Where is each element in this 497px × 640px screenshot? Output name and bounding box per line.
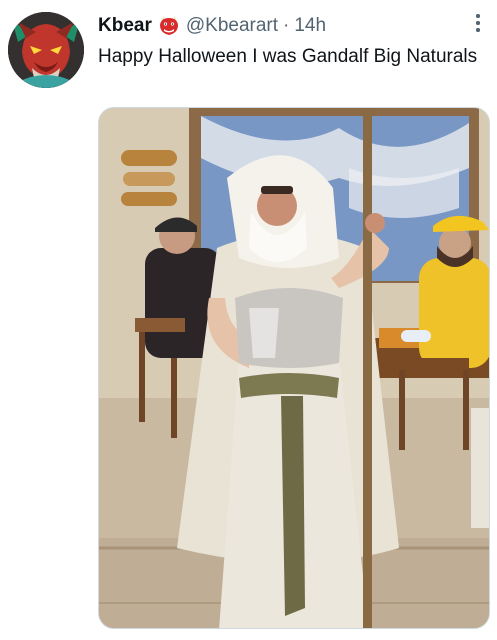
tweet[interactable]: Kbear @Kbearart · 14h Happy Halloween I … [0, 0, 497, 640]
handle[interactable]: @Kbearart [186, 15, 278, 37]
display-name[interactable]: Kbear [98, 15, 152, 37]
ogre-emoji-icon [158, 15, 180, 37]
separator-dot: · [283, 15, 290, 36]
tweet-header: Kbear @Kbearart · 14h [98, 13, 326, 39]
halloween-costume-photo [99, 108, 489, 628]
timestamp[interactable]: 14h [294, 15, 326, 37]
devil-avatar-image [8, 12, 84, 88]
tweet-text: Happy Halloween I was Gandalf Big Natura… [98, 46, 478, 67]
tweet-photo[interactable] [98, 107, 490, 629]
more-vertical-icon[interactable] [470, 14, 486, 36]
avatar[interactable] [8, 12, 84, 88]
